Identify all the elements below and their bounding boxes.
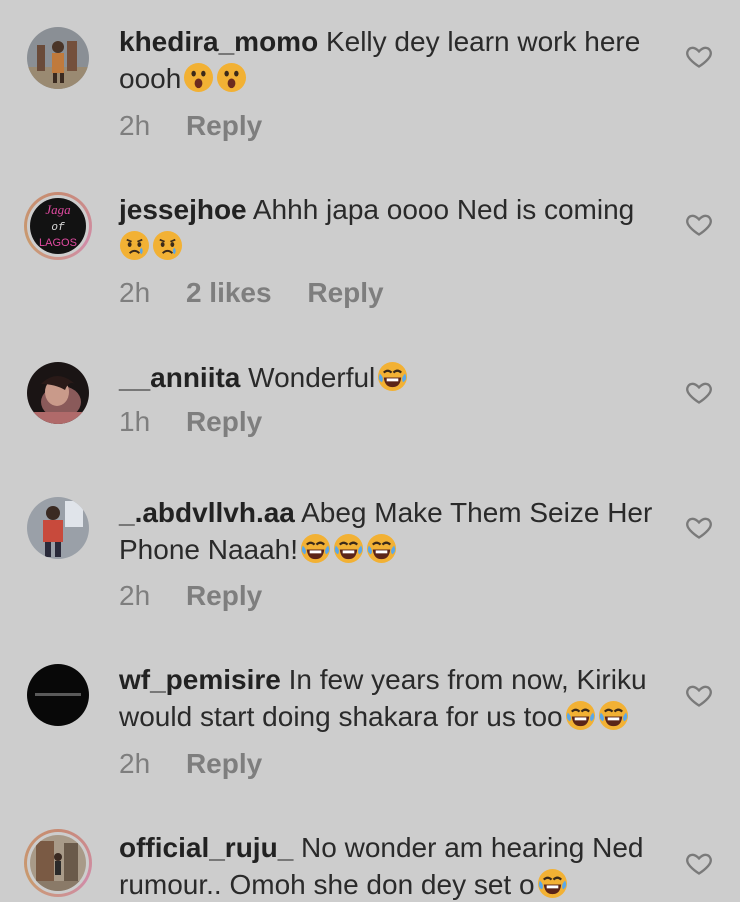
comment-time: 1h (119, 406, 151, 437)
tears-of-joy-face-emoji (377, 361, 408, 392)
comment-time: 2h (119, 580, 151, 611)
comment-text: khedira_momo Kelly dey learn work here o… (119, 23, 664, 97)
comment-time: 2h (119, 277, 151, 308)
reply-button[interactable]: Reply (186, 110, 262, 141)
reply-button[interactable]: Reply (186, 406, 262, 437)
sad-relieved-face-emoji (119, 230, 150, 261)
comment-body: Wonderful (248, 362, 376, 393)
tears-of-joy-face-emoji (300, 533, 331, 564)
comment-username[interactable]: official_ruju_ (119, 832, 293, 863)
tears-of-joy-face-emoji (598, 700, 629, 731)
avatar-logo-text: of (51, 222, 65, 234)
comment-body: Ahhh japa oooo Ned is coming (252, 194, 635, 225)
reply-button[interactable]: Reply (186, 580, 262, 611)
avatar-logo-text: LAGOS (39, 237, 77, 249)
comment-meta: 1h Reply (119, 406, 290, 438)
comment-meta: 2h Reply (119, 748, 290, 780)
comment-username[interactable]: wf_pemisire (119, 664, 281, 695)
comment-meta: 2h 2 likes Reply (119, 277, 412, 309)
comments-list: khedira_momo Kelly dey learn work here o… (0, 0, 740, 902)
tears-of-joy-face-emoji (537, 868, 568, 899)
comment-text: _.abdvllvh.aa Abeg Make Them Seize Her P… (119, 494, 664, 568)
avatar[interactable]: Jaga of LAGOS (24, 192, 92, 260)
comment-time: 2h (119, 110, 151, 141)
reply-button[interactable]: Reply (186, 748, 262, 779)
comment-text: official_ruju_ No wonder am hearing Ned … (119, 829, 664, 902)
avatar[interactable] (27, 362, 89, 424)
comment-username[interactable]: jessejhoe (119, 194, 247, 225)
comment-text: wf_pemisire In few years from now, Kirik… (119, 661, 664, 735)
heart-icon[interactable] (685, 513, 713, 541)
comment-meta: 2h Reply (119, 580, 290, 612)
heart-icon[interactable] (685, 210, 713, 238)
comment-time: 2h (119, 748, 151, 779)
astonished-face-emoji (183, 62, 214, 93)
avatar[interactable] (27, 664, 89, 726)
comment-username[interactable]: _.abdvllvh.aa (119, 497, 295, 528)
tears-of-joy-face-emoji (565, 700, 596, 731)
comment-username[interactable]: __anniita (119, 362, 240, 393)
heart-icon[interactable] (685, 681, 713, 709)
heart-icon[interactable] (685, 42, 713, 70)
tears-of-joy-face-emoji (366, 533, 397, 564)
comment-text: __anniita Wonderful (119, 359, 664, 396)
comment-text: jessejhoe Ahhh japa oooo Ned is coming (119, 191, 664, 265)
comment-meta: 2h Reply (119, 110, 290, 142)
sad-relieved-face-emoji (152, 230, 183, 261)
avatar[interactable] (24, 829, 92, 897)
avatar[interactable] (27, 27, 89, 89)
tears-of-joy-face-emoji (333, 533, 364, 564)
heart-icon[interactable] (685, 849, 713, 877)
comment-username[interactable]: khedira_momo (119, 26, 318, 57)
avatar-logo-text: Jaga (45, 202, 71, 217)
like-count[interactable]: 2 likes (186, 277, 272, 308)
reply-button[interactable]: Reply (307, 277, 383, 308)
astonished-face-emoji (216, 62, 247, 93)
avatar[interactable] (27, 497, 89, 559)
heart-icon[interactable] (685, 378, 713, 406)
